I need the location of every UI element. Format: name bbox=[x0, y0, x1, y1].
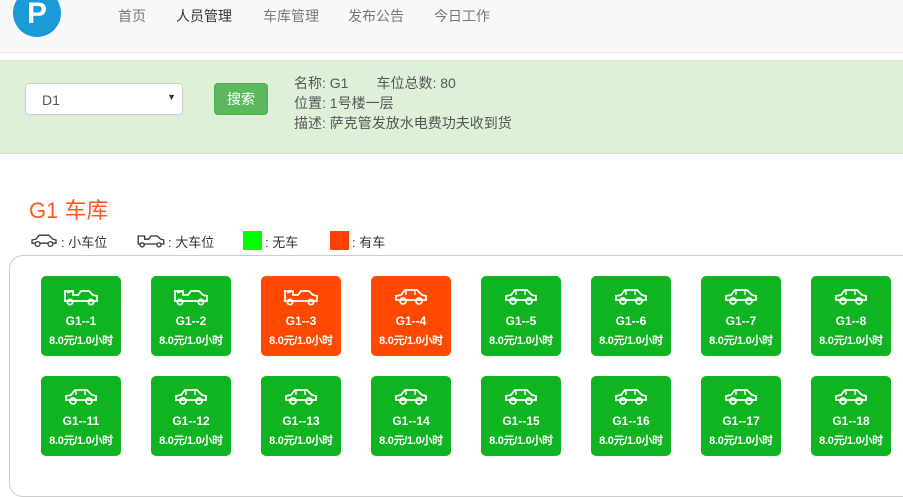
large-car-icon bbox=[137, 235, 165, 248]
slot-price: 8.0元/1.0小时 bbox=[269, 335, 333, 347]
slot-name: G1--12 bbox=[172, 414, 210, 428]
slot-name: G1--5 bbox=[505, 314, 537, 328]
slot-name: G1--13 bbox=[282, 414, 320, 428]
slot-price: 8.0元/1.0小时 bbox=[489, 435, 553, 447]
large-car-icon bbox=[284, 290, 318, 306]
chevron-down-icon: ▼ bbox=[167, 92, 176, 102]
slot-price: 8.0元/1.0小时 bbox=[599, 335, 663, 347]
large-car-icon bbox=[174, 290, 208, 306]
total-label: 车位总数: bbox=[376, 75, 437, 91]
location-value: 1号楼一层 bbox=[329, 95, 394, 111]
slot-price: 8.0元/1.0小时 bbox=[489, 335, 553, 347]
small-car-icon bbox=[285, 389, 317, 405]
slot-price: 8.0元/1.0小时 bbox=[819, 335, 883, 347]
parking-slot[interactable]: G1--18 8.0元/1.0小时 bbox=[811, 376, 891, 456]
legend-occupied: : 有车 bbox=[352, 235, 386, 250]
legend-free: : 无车 bbox=[265, 235, 299, 250]
nav-today-work[interactable]: 今日工作 bbox=[434, 6, 490, 26]
name-label: 名称: bbox=[294, 75, 326, 91]
small-car-icon bbox=[725, 289, 757, 305]
parking-slot[interactable]: G1--15 8.0元/1.0小时 bbox=[481, 376, 561, 456]
slot-price: 8.0元/1.0小时 bbox=[709, 435, 773, 447]
slot-price: 8.0元/1.0小时 bbox=[709, 335, 773, 347]
slot-price: 8.0元/1.0小时 bbox=[819, 435, 883, 447]
legend-small: : 小车位 bbox=[61, 235, 108, 250]
small-car-icon bbox=[835, 389, 867, 405]
info-line-location: 位置: 1号楼一层 bbox=[294, 93, 394, 113]
slot-price: 8.0元/1.0小时 bbox=[159, 435, 223, 447]
slot-price: 8.0元/1.0小时 bbox=[49, 435, 113, 447]
nav-announcement[interactable]: 发布公告 bbox=[348, 6, 404, 26]
small-car-icon bbox=[505, 289, 537, 305]
small-car-icon bbox=[65, 389, 97, 405]
small-car-icon bbox=[835, 289, 867, 305]
search-button[interactable]: 搜索 bbox=[214, 83, 268, 115]
slot-name: G1--8 bbox=[835, 314, 867, 328]
parking-slot[interactable]: G1--1 8.0元/1.0小时 bbox=[41, 276, 121, 356]
small-car-icon bbox=[725, 389, 757, 405]
total-value: 80 bbox=[440, 75, 456, 91]
small-car-icon bbox=[31, 234, 57, 248]
legend-large: : 大车位 bbox=[168, 235, 215, 250]
parking-slot[interactable]: G1--5 8.0元/1.0小时 bbox=[481, 276, 561, 356]
small-car-icon bbox=[395, 389, 427, 405]
parking-slot[interactable]: G1--3 8.0元/1.0小时 bbox=[261, 276, 341, 356]
top-navbar: P 首页 人员管理 车库管理 发布公告 今日工作 bbox=[0, 0, 903, 53]
small-car-icon bbox=[615, 389, 647, 405]
small-car-icon bbox=[395, 289, 427, 305]
slot-name: G1--17 bbox=[722, 414, 760, 428]
slot-price: 8.0元/1.0小时 bbox=[159, 335, 223, 347]
slot-name: G1--15 bbox=[502, 414, 540, 428]
slot-name: G1--2 bbox=[175, 314, 207, 328]
parking-slot[interactable]: G1--11 8.0元/1.0小时 bbox=[41, 376, 121, 456]
page-title: G1 车库 bbox=[29, 198, 109, 223]
parking-slot[interactable]: G1--14 8.0元/1.0小时 bbox=[371, 376, 451, 456]
legend-occupied-swatch bbox=[330, 231, 349, 250]
search-panel: D1 ▼ 搜索 名称: G1 车位总数: 80 位置: 1号楼一层 描述: 萨克管… bbox=[0, 60, 903, 154]
slot-name: G1--1 bbox=[65, 314, 97, 328]
parking-slot[interactable]: G1--2 8.0元/1.0小时 bbox=[151, 276, 231, 356]
slot-price: 8.0元/1.0小时 bbox=[599, 435, 663, 447]
location-label: 位置: bbox=[294, 95, 326, 111]
slot-name: G1--4 bbox=[395, 314, 427, 328]
small-car-icon bbox=[615, 289, 647, 305]
slot-name: G1--16 bbox=[612, 414, 650, 428]
slot-price: 8.0元/1.0小时 bbox=[379, 335, 443, 347]
building-select-value: D1 bbox=[42, 92, 60, 108]
slot-name: G1--11 bbox=[62, 414, 100, 428]
slot-price: 8.0元/1.0小时 bbox=[269, 435, 333, 447]
desc-label: 描述: bbox=[294, 115, 326, 131]
slot-price: 8.0元/1.0小时 bbox=[379, 435, 443, 447]
info-line-name: 名称: G1 车位总数: 80 bbox=[294, 73, 456, 93]
info-line-desc: 描述: 萨克管发放水电费功夫收到货 bbox=[294, 113, 512, 133]
parking-slot[interactable]: G1--7 8.0元/1.0小时 bbox=[701, 276, 781, 356]
nav-personnel[interactable]: 人员管理 bbox=[176, 6, 232, 26]
desc-value: 萨克管发放水电费功夫收到货 bbox=[329, 115, 512, 131]
parking-slot[interactable]: G1--4 8.0元/1.0小时 bbox=[371, 276, 451, 356]
nav-home[interactable]: 首页 bbox=[118, 6, 146, 26]
slot-name: G1--18 bbox=[832, 414, 870, 428]
small-car-icon bbox=[505, 389, 537, 405]
nav-garage[interactable]: 车库管理 bbox=[263, 6, 319, 26]
slot-price: 8.0元/1.0小时 bbox=[49, 335, 113, 347]
parking-slot[interactable]: G1--6 8.0元/1.0小时 bbox=[591, 276, 671, 356]
building-select[interactable]: D1 ▼ bbox=[25, 83, 183, 115]
name-value: G1 bbox=[329, 75, 349, 91]
parking-logo[interactable]: P bbox=[13, 0, 61, 37]
slot-name: G1--14 bbox=[392, 414, 430, 428]
logo-letter: P bbox=[26, 0, 47, 30]
parking-slot[interactable]: G1--17 8.0元/1.0小时 bbox=[701, 376, 781, 456]
slot-name: G1--7 bbox=[725, 314, 757, 328]
small-car-icon bbox=[175, 389, 207, 405]
legend-free-swatch bbox=[243, 231, 262, 250]
parking-slot[interactable]: G1--13 8.0元/1.0小时 bbox=[261, 376, 341, 456]
parking-slot[interactable]: G1--12 8.0元/1.0小时 bbox=[151, 376, 231, 456]
slot-name: G1--3 bbox=[285, 314, 317, 328]
large-car-icon bbox=[64, 290, 98, 306]
parking-slot[interactable]: G1--8 8.0元/1.0小时 bbox=[811, 276, 891, 356]
parking-slot[interactable]: G1--16 8.0元/1.0小时 bbox=[591, 376, 671, 456]
slot-name: G1--6 bbox=[615, 314, 647, 328]
